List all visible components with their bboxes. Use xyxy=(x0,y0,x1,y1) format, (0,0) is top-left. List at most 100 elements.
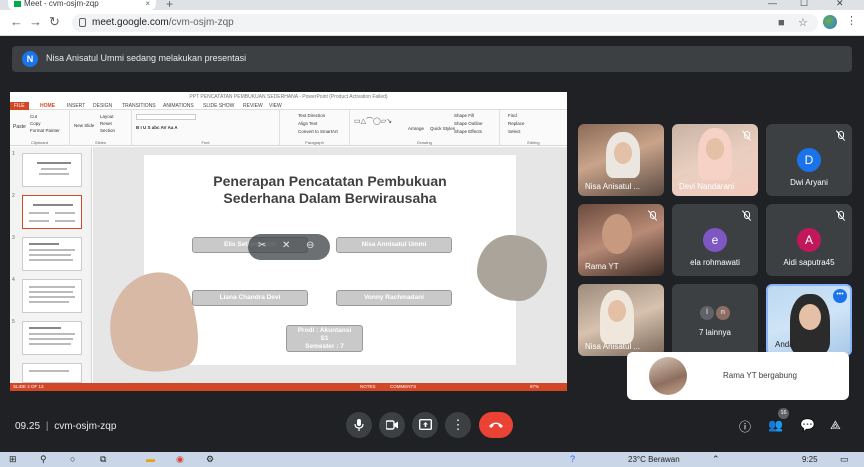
participant-count-badge: 16 xyxy=(778,408,789,419)
group-clipboard-label: Clipboard xyxy=(30,140,49,145)
participant-mini-avatar: l xyxy=(700,306,714,320)
camera-permission-icon[interactable]: ■ xyxy=(778,14,785,32)
activities-icon[interactable]: ⟁ xyxy=(830,418,841,433)
video-camera-icon xyxy=(384,420,398,430)
search-icon[interactable]: ⚲ xyxy=(40,454,47,465)
pin-icon[interactable]: ✂ xyxy=(258,240,266,251)
participant-tile[interactable]: e ela rohmawati xyxy=(672,204,758,276)
mic-button[interactable] xyxy=(346,412,372,438)
forward-arrow-icon[interactable]: → xyxy=(29,15,42,29)
chat-icon[interactable]: 💬 xyxy=(800,418,815,432)
decorative-blob xyxy=(93,262,213,388)
tile-hover-controls: ✂ ✕ ⊖ xyxy=(248,234,330,260)
participant-face xyxy=(614,142,632,164)
reload-icon[interactable]: ↻ xyxy=(49,15,60,29)
participant-tile[interactable]: Rama YT xyxy=(578,204,664,276)
tray-chevron-icon[interactable]: ⌃ xyxy=(712,454,720,465)
participant-name: Nisa Anisatul ... xyxy=(585,342,641,351)
more-options-icon[interactable]: ••• xyxy=(833,289,847,303)
presentation-notice-text: Nisa Anisatul Ummi sedang melakukan pres… xyxy=(46,53,247,63)
people-icon[interactable]: 👥 xyxy=(768,418,783,432)
muted-mic-icon xyxy=(741,210,752,221)
task-view-icon[interactable]: ⧉ xyxy=(100,454,106,465)
find-label: Find xyxy=(508,113,517,118)
self-view-tile[interactable]: ••• Anda xyxy=(766,284,852,356)
join-notification: Rama YT bergabung xyxy=(627,352,849,400)
back-arrow-icon[interactable]: ← xyxy=(10,15,23,29)
more-options-button[interactable]: ⋮ xyxy=(445,412,471,438)
participant-tile[interactable]: Nisa Anisatul ... xyxy=(578,284,664,356)
browser-tab[interactable]: Meet - cvm-osjm-zqp × xyxy=(8,0,156,10)
help-icon[interactable]: ? xyxy=(570,454,575,464)
convert-smartart-label: Convert to SmartArt xyxy=(298,129,338,134)
ribbon-group-clipboard: Paste Cut Copy Format Painter Clipboard xyxy=(10,110,70,146)
maximize-button[interactable]: ☐ xyxy=(800,0,808,9)
cortana-icon[interactable]: ○ xyxy=(70,454,75,464)
zoom-level: 97% xyxy=(530,384,540,389)
thumb-number: 4 xyxy=(12,277,15,283)
ppt-tab-review: REVIEW xyxy=(243,103,263,109)
notifications-icon[interactable]: ▭ xyxy=(840,454,849,465)
layout-label: Layout xyxy=(100,114,114,119)
ppt-title-bar: PPT PENCATATAN PEMBUKUAN SEDERHANA - Pow… xyxy=(10,92,567,102)
tab-title: Meet - cvm-osjm-zqp xyxy=(24,0,99,8)
leave-call-button[interactable] xyxy=(479,412,513,438)
meeting-details-icon[interactable]: ⓘ xyxy=(739,418,751,435)
muted-mic-icon xyxy=(647,210,658,221)
group-paragraph-label: Paragraph xyxy=(305,140,324,145)
align-text-label: Align Text xyxy=(298,121,318,126)
copy-label: Copy xyxy=(30,121,41,126)
camera-button[interactable] xyxy=(379,412,405,438)
font-name-box xyxy=(136,114,196,120)
participant-tile-others[interactable]: l n 7 lainnya xyxy=(672,284,758,356)
participant-mini-avatar: n xyxy=(716,306,730,320)
ppt-tab-home: HOME xyxy=(40,103,55,109)
chrome-icon[interactable]: ◉ xyxy=(176,454,184,465)
muted-mic-icon xyxy=(835,210,846,221)
quick-styles-label: Quick Styles xyxy=(430,126,456,131)
notes-button: NOTES xyxy=(360,384,376,389)
ppt-tab-transitions: TRANSITIONS xyxy=(122,103,156,109)
select-label: Select xyxy=(508,129,521,134)
ribbon-group-font: B I U S abc AV Aa A Font xyxy=(132,110,280,146)
lock-icon xyxy=(79,18,86,27)
file-explorer-icon[interactable]: ▬ xyxy=(146,454,155,464)
participant-tile[interactable]: Devi Nandarani xyxy=(672,124,758,196)
group-drawing-label: Drawing xyxy=(417,140,432,145)
close-window-button[interactable]: ✕ xyxy=(836,0,844,9)
group-slides-label: Slides xyxy=(95,140,106,145)
slide-title-line1: Penerapan Pencatatan Pembukuan xyxy=(213,173,447,189)
participant-tile[interactable]: D Dwi Aryani xyxy=(766,124,852,196)
tab-close-icon[interactable]: × xyxy=(145,0,150,8)
ppt-tab-slideshow: SLIDE SHOW xyxy=(203,103,235,109)
more-vert-icon: ⋮ xyxy=(451,417,465,432)
windows-start-icon[interactable]: ⊞ xyxy=(9,454,17,465)
ppt-tab-view: VIEW xyxy=(269,103,282,109)
study-program-box: Prodi : Akuntansi S1 Semester : 7 xyxy=(286,325,363,352)
browser-menu-icon[interactable]: ⋮ xyxy=(846,14,857,27)
participant-name: Devi Nandarani xyxy=(679,182,735,191)
participant-tile[interactable]: A Aidi saputra45 xyxy=(766,204,852,276)
participant-face xyxy=(608,300,626,322)
profile-avatar[interactable] xyxy=(823,15,837,29)
participant-name: ela rohmawati xyxy=(690,258,740,267)
new-slide-label: New Slide xyxy=(74,123,95,128)
participant-tile[interactable]: Nisa Anisatul ... xyxy=(578,124,664,196)
comments-button: COMMENTS xyxy=(390,384,417,389)
participant-avatar: D xyxy=(797,148,821,172)
member-name-box: Nisa Annisatul Ummi xyxy=(336,237,452,253)
participant-name: Dwi Aryani xyxy=(790,178,828,187)
remove-icon[interactable]: ⊖ xyxy=(306,240,314,251)
presenter-avatar: N xyxy=(22,51,38,67)
slide-title-line2: Sederhana Dalam Berwirausaha xyxy=(223,190,437,206)
present-button[interactable] xyxy=(412,412,438,438)
ppt-tab-insert: INSERT xyxy=(67,103,86,109)
shape-effects-label: Shape Effects xyxy=(454,129,482,134)
address-bar[interactable]: meet.google.com/cvm-osjm-zqp ■ ☆ xyxy=(72,14,818,32)
replace-label: Replace xyxy=(508,121,525,126)
minimize-button[interactable]: — xyxy=(768,0,777,8)
ribbon-group-slides: New Slide Layout Reset Section Slides xyxy=(70,110,132,146)
mute-speaker-icon[interactable]: ✕ xyxy=(282,240,290,251)
settings-gear-icon[interactable]: ⚙ xyxy=(206,454,214,465)
bookmark-star-icon[interactable]: ☆ xyxy=(798,14,808,32)
